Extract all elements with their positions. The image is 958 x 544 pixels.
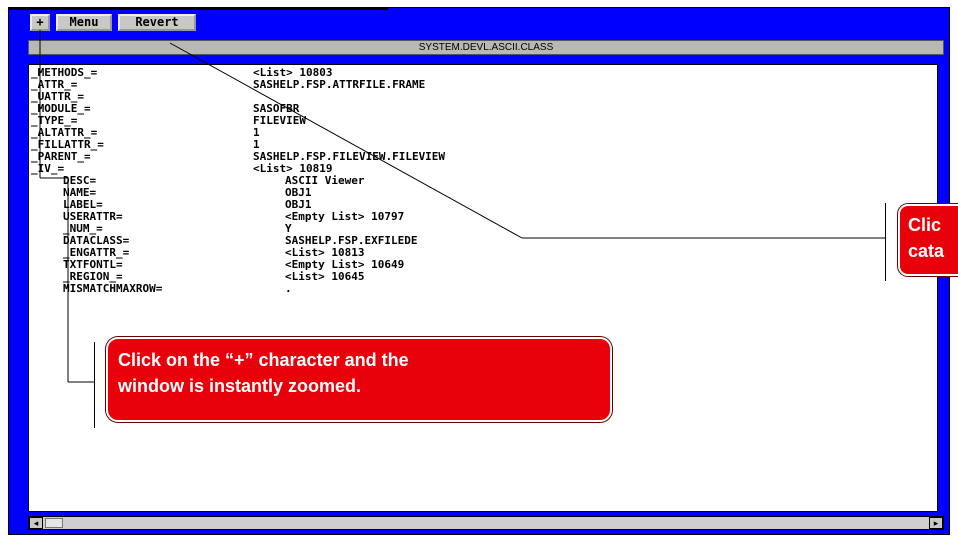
- callout-line: Click on the “+” character and the: [118, 350, 409, 370]
- callout-line: window is instantly zoomed.: [118, 376, 362, 396]
- zoom-tip-callout: Click on the “+” character and the windo…: [106, 337, 612, 422]
- callout-line: cata: [908, 241, 945, 261]
- revert-tip-callout: Clic cata: [898, 204, 958, 276]
- callout-bracket: [94, 342, 95, 428]
- callout-bracket: [885, 203, 886, 281]
- callout-line: Clic: [908, 215, 942, 235]
- annotation-leader-lines: [39, 30, 885, 383]
